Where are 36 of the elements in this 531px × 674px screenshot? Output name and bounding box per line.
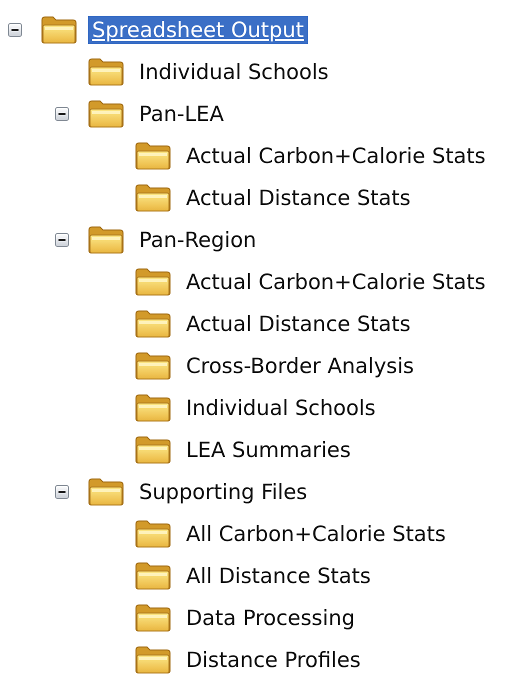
collapse-icon[interactable]	[55, 485, 69, 499]
folder-icon	[87, 477, 125, 507]
tree-item[interactable]: All Carbon+Calorie Stats	[182, 520, 450, 548]
tree-item[interactable]: Supporting Files	[135, 478, 312, 506]
folder-icon	[134, 561, 172, 591]
folder-icon	[134, 141, 172, 171]
folder-icon	[40, 15, 78, 45]
collapse-icon[interactable]	[55, 107, 69, 121]
tree-item[interactable]: Cross-Border Analysis	[182, 352, 418, 380]
collapse-icon[interactable]	[55, 233, 69, 247]
tree-item[interactable]: Pan-LEA	[135, 100, 228, 128]
folder-icon	[134, 351, 172, 381]
folder-icon	[134, 267, 172, 297]
tree-item[interactable]: Actual Carbon+Calorie Stats	[182, 268, 490, 296]
folder-icon	[87, 57, 125, 87]
tree-item[interactable]: Pan-Region	[135, 226, 260, 254]
tree-item[interactable]: LEA Summaries	[182, 436, 355, 464]
tree-item[interactable]: Actual Carbon+Calorie Stats	[182, 142, 490, 170]
tree-item[interactable]: Distance Profiles	[182, 646, 365, 674]
folder-icon	[134, 645, 172, 674]
tree-item[interactable]: Actual Distance Stats	[182, 310, 415, 338]
folder-icon	[134, 519, 172, 549]
tree-item[interactable]: Individual Schools	[135, 58, 333, 86]
tree-item[interactable]: Data Processing	[182, 604, 359, 632]
folder-icon	[134, 435, 172, 465]
folder-icon	[87, 225, 125, 255]
folder-icon	[134, 603, 172, 633]
tree-item[interactable]: All Distance Stats	[182, 562, 375, 590]
folder-icon	[87, 99, 125, 129]
collapse-icon[interactable]	[8, 23, 22, 37]
folder-icon	[134, 309, 172, 339]
tree-item[interactable]: Individual Schools	[182, 394, 380, 422]
tree-item[interactable]: Actual Distance Stats	[182, 184, 415, 212]
folder-icon	[134, 183, 172, 213]
tree-item[interactable]: Spreadsheet Output	[88, 16, 308, 44]
folder-icon	[134, 393, 172, 423]
